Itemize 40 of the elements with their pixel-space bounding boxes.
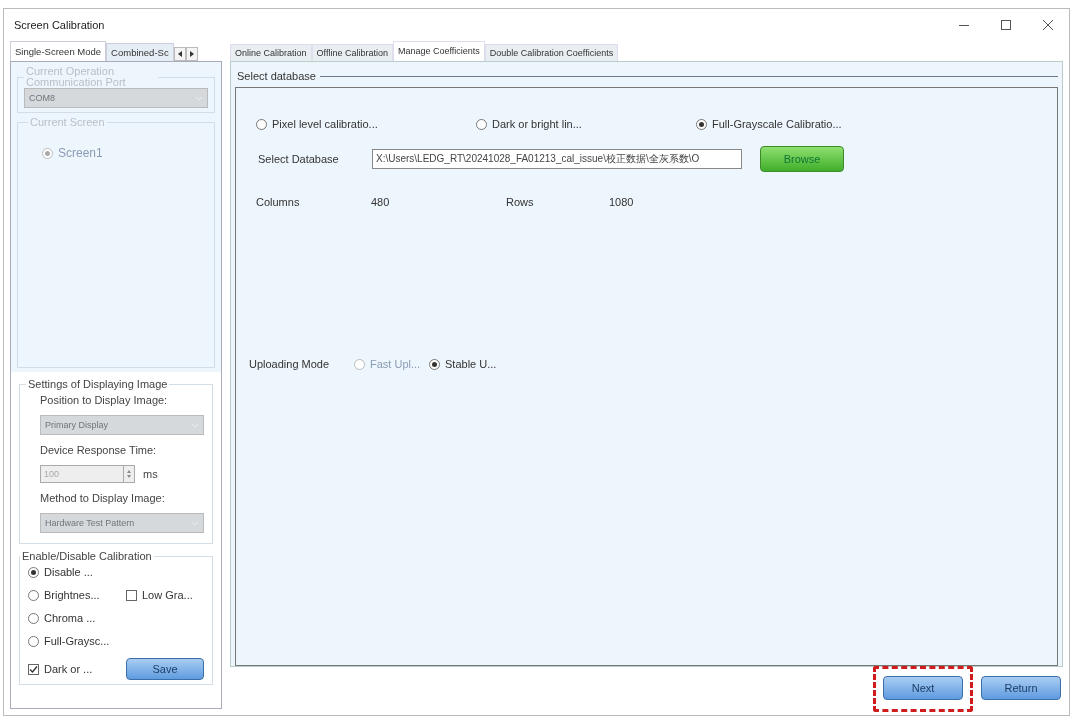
radio-option[interactable]: Pixel level calibratio... [256,118,476,130]
save-button[interactable]: Save [126,658,204,680]
field-label: Method to Display Image: [40,492,166,504]
display-dropdown[interactable]: Primary Display [40,415,204,435]
field-label: Rows [506,196,535,208]
footer-button[interactable]: Next [883,676,963,700]
tab[interactable]: Offline Calibration [311,44,393,61]
tab[interactable]: Double Calibration Coefficients [484,44,619,61]
radio-option[interactable]: Brightnes... [28,589,100,601]
group-title: Select database [237,70,316,82]
group-title: Settings of Displaying Image [27,378,169,390]
radio-option[interactable]: Full-Graysc... [28,635,110,647]
chevron-down-icon [191,520,199,526]
window-title: Screen Calibration [14,19,105,31]
field-label: Select Database [257,153,340,165]
field-label: Uploading Mode [249,358,331,370]
tab[interactable]: Manage Coefficients [392,41,485,61]
checkbox-option[interactable]: Dark or ... [28,663,93,675]
radio-option[interactable]: Chroma ... [28,612,96,624]
group-title: Enable/Disable Calibration [21,550,153,562]
database-path-field[interactable]: X:\Users\LEDG_RT\20241028_FA01213_cal_issue\校正数据\全灰系数\O [372,149,742,169]
footer-button[interactable]: Return [981,676,1061,700]
method-dropdown[interactable]: Hardware Test Pattern [40,513,204,533]
spinner-arrows-icon[interactable] [123,466,134,482]
radio-option[interactable]: Dark or bright lin... [476,118,696,130]
radio-option[interactable]: Stable U... [429,358,497,370]
field-label: Position to Display Image: [40,394,169,406]
chevron-down-icon [195,95,203,101]
tab[interactable]: Online Calibration [230,44,312,61]
tab[interactable]: Combined-Sc [106,43,174,61]
value-text: 1080 [609,196,635,208]
tab[interactable]: Single-Screen Mode [10,41,107,61]
chevron-down-icon [191,422,199,428]
value-text: 480 [371,196,391,208]
field-label: Columns [256,196,301,208]
unit-label: ms [143,468,158,480]
checkbox-option[interactable]: Low Gra... [126,589,193,601]
radio-option[interactable]: Disable ... [28,566,93,578]
radio-option[interactable]: Full-Grayscale Calibratio... [696,118,916,130]
field-label: Device Response Time: [40,444,158,456]
